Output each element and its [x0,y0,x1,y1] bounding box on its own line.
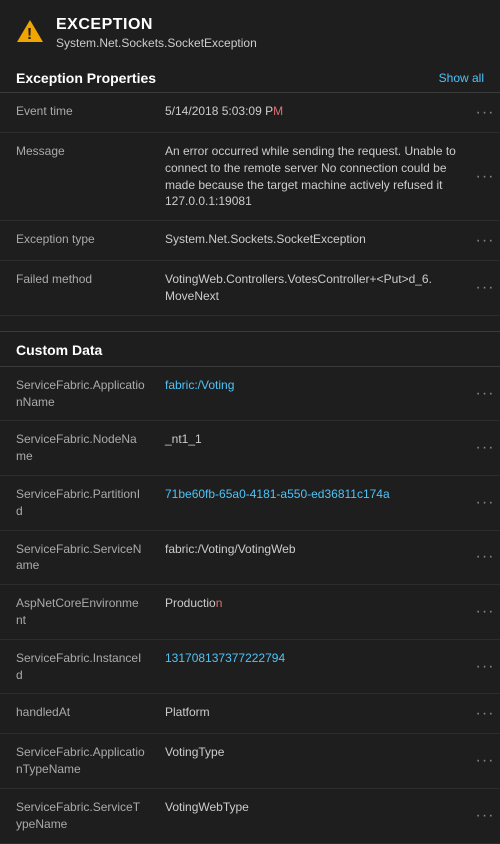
row-value-event-time: 5/14/2018 5:03:09 PM [155,93,470,132]
row-actions-app-name[interactable]: ··· [470,367,500,421]
row-actions-service-name[interactable]: ··· [470,531,500,585]
row-value-app-name: fabric:/Voting [155,367,470,421]
row-actions-aspnet-env[interactable]: ··· [470,585,500,639]
table-row: AspNetCoreEnvironment Production ··· [0,585,500,640]
table-row: ServiceFabric.ServiceTypeName VotingWebT… [0,789,500,844]
row-key-service-name: ServiceFabric.ServiceName [0,531,155,585]
row-key-node-name: ServiceFabric.NodeName [0,421,155,475]
row-key-handled-at: handledAt [0,694,155,733]
row-actions-partition-id[interactable]: ··· [470,476,500,530]
row-actions-failed-method[interactable]: ··· [470,261,500,315]
exception-subtitle: System.Net.Sockets.SocketException [56,36,257,50]
row-key-service-type-name: ServiceFabric.ServiceTypeName [0,789,155,843]
row-value-instance-id: 131708137377222794 [155,640,470,694]
row-actions-exception-type[interactable]: ··· [470,221,500,260]
table-row: Message An error occurred while sending … [0,133,500,221]
row-actions-service-type-name[interactable]: ··· [470,789,500,843]
svg-text:!: ! [27,26,32,43]
row-value-failed-method: VotingWeb.Controllers.VotesController+<P… [155,261,470,315]
row-key-app-name: ServiceFabric.ApplicationName [0,367,155,421]
row-value-service-name: fabric:/Voting/VotingWeb [155,531,470,585]
table-row: ServiceFabric.InstanceId 131708137377222… [0,640,500,695]
table-row: ServiceFabric.NodeName _nt1_1 ··· [0,421,500,476]
custom-data-title: Custom Data [16,342,102,358]
row-key-failed-method: Failed method [0,261,155,315]
row-actions-node-name[interactable]: ··· [470,421,500,475]
table-row: ServiceFabric.ServiceName fabric:/Voting… [0,531,500,586]
row-key-event-time: Event time [0,93,155,132]
exception-title-block: EXCEPTION System.Net.Sockets.SocketExcep… [56,16,257,50]
custom-data-table: ServiceFabric.ApplicationName fabric:/Vo… [0,367,500,844]
table-row: Exception type System.Net.Sockets.Socket… [0,221,500,261]
row-key-exception-type: Exception type [0,221,155,260]
row-actions-instance-id[interactable]: ··· [470,640,500,694]
table-row: Failed method VotingWeb.Controllers.Vote… [0,261,500,316]
row-key-instance-id: ServiceFabric.InstanceId [0,640,155,694]
show-all-link[interactable]: Show all [439,71,484,85]
row-value-node-name: _nt1_1 [155,421,470,475]
row-key-message: Message [0,133,155,220]
exception-properties-table: Event time 5/14/2018 5:03:09 PM ··· Mess… [0,93,500,316]
row-value-message: An error occurred while sending the requ… [155,133,470,220]
exception-properties-title: Exception Properties [16,70,156,86]
table-row: handledAt Platform ··· [0,694,500,734]
warning-triangle-icon: ! [16,17,44,45]
row-key-aspnet-env: AspNetCoreEnvironment [0,585,155,639]
exception-header: ! EXCEPTION System.Net.Sockets.SocketExc… [0,0,500,62]
row-value-handled-at: Platform [155,694,470,733]
row-actions-message[interactable]: ··· [470,133,500,220]
table-row: Event time 5/14/2018 5:03:09 PM ··· [0,93,500,133]
exception-title: EXCEPTION [56,16,257,34]
row-value-partition-id: 71be60fb-65a0-4181-a550-ed36811c174a [155,476,470,530]
exception-properties-header: Exception Properties Show all [0,62,500,93]
row-value-service-type-name: VotingWebType [155,789,470,843]
row-key-partition-id: ServiceFabric.PartitionId [0,476,155,530]
custom-data-header: Custom Data [0,332,500,367]
row-actions-handled-at[interactable]: ··· [470,694,500,733]
section-divider [0,316,500,332]
row-value-aspnet-env: Production [155,585,470,639]
row-value-exception-type: System.Net.Sockets.SocketException [155,221,470,260]
table-row: ServiceFabric.ApplicationName fabric:/Vo… [0,367,500,422]
row-actions-event-time[interactable]: ··· [470,93,500,132]
table-row: ServiceFabric.ApplicationTypeName Voting… [0,734,500,789]
table-row: ServiceFabric.PartitionId 71be60fb-65a0-… [0,476,500,531]
